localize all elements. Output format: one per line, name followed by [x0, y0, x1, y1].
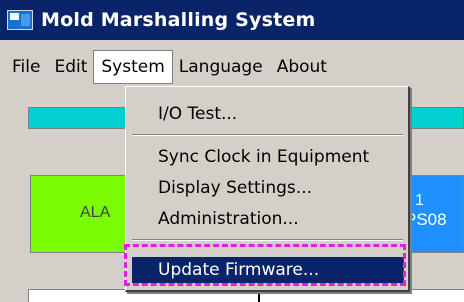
menu-item-display-settings[interactable]: Display Settings...	[132, 175, 404, 201]
window-title: Mold Marshalling System	[41, 9, 316, 31]
menu-separator	[132, 134, 403, 136]
title-bar: Mold Marshalling System	[0, 0, 464, 40]
menu-item-administration[interactable]: Administration...	[132, 206, 404, 232]
menu-item-sync-clock[interactable]: Sync Clock in Equipment	[132, 144, 404, 170]
alarm-label: ALA	[80, 204, 111, 221]
menu-bar: File Edit System Language About	[0, 44, 464, 90]
annotation-highlight-frame	[124, 244, 406, 286]
station-code: PS08	[405, 210, 447, 229]
menu-item-io-test[interactable]: I/O Test...	[132, 101, 404, 127]
station-number: 1	[415, 192, 424, 209]
menu-about[interactable]: About	[270, 51, 334, 83]
menu-file[interactable]: File	[0, 51, 47, 83]
app-window-icon	[7, 10, 33, 30]
menu-language[interactable]: Language	[172, 51, 270, 83]
menu-separator	[132, 239, 403, 241]
menu-system[interactable]: System	[93, 50, 173, 84]
menu-edit[interactable]: Edit	[47, 51, 94, 83]
